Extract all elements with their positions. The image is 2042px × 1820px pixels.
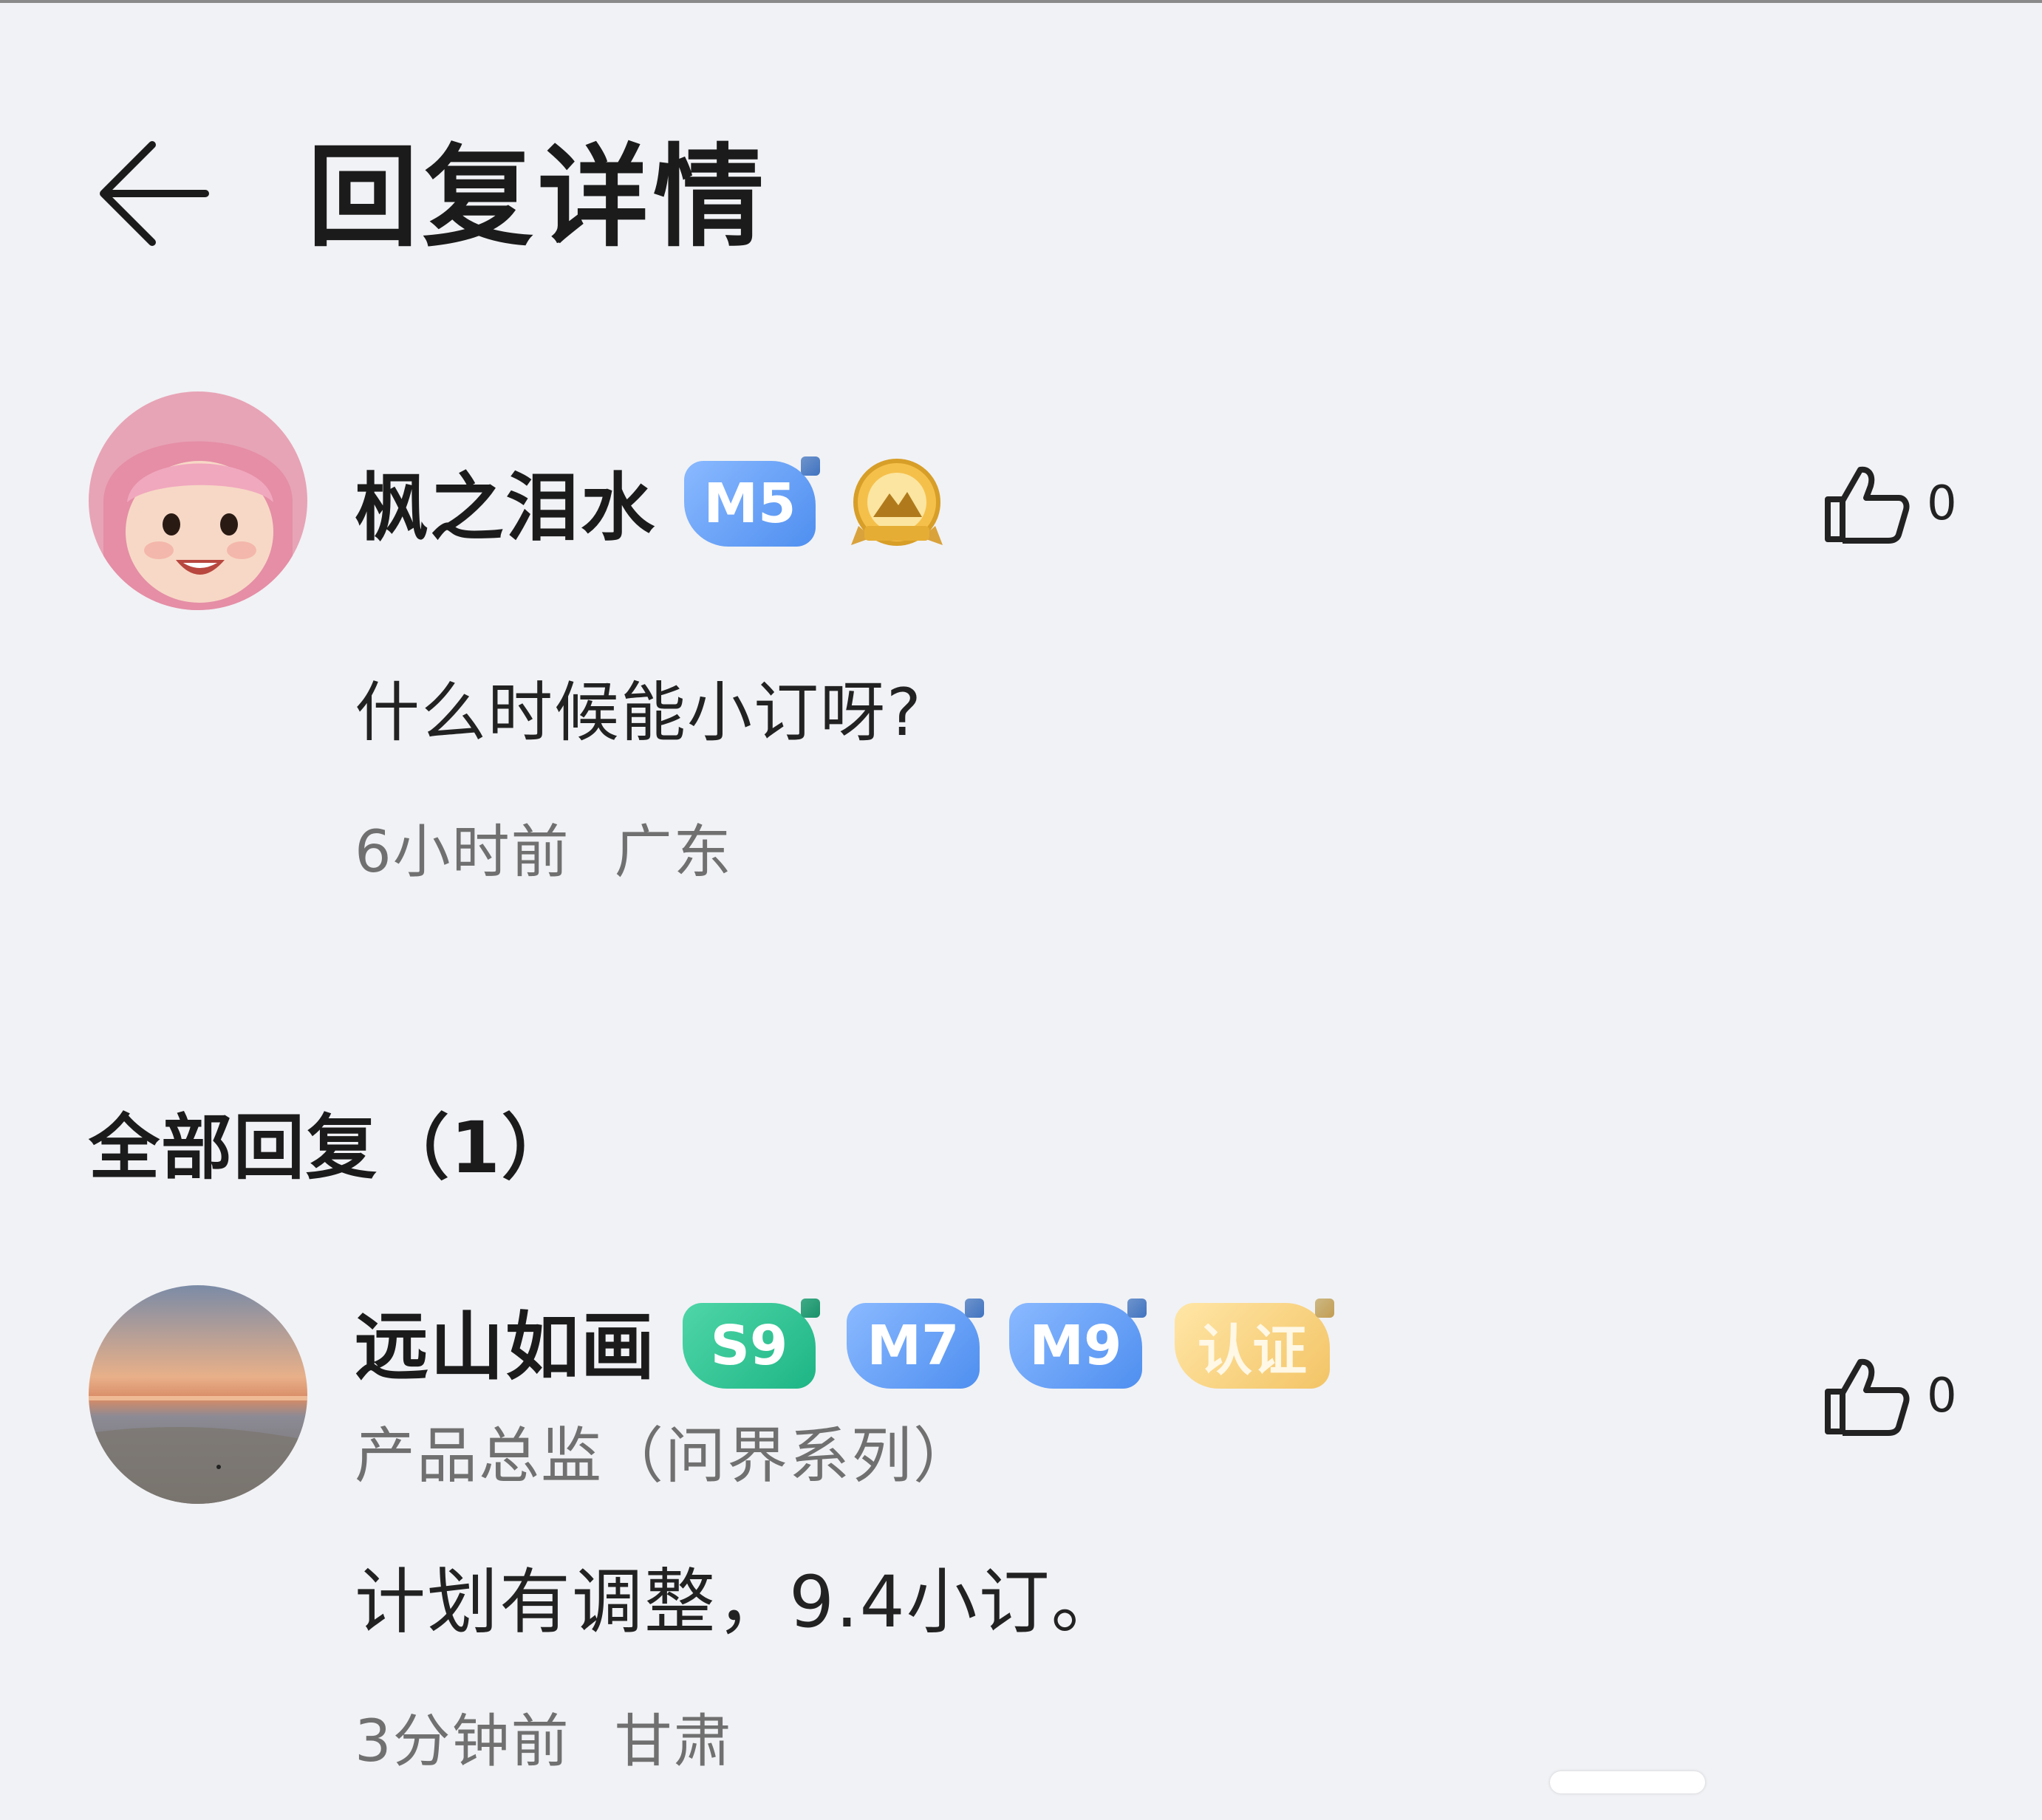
mountain-medal-icon <box>851 459 943 546</box>
level-badge: M5 <box>684 461 816 547</box>
arrow-left-icon <box>100 141 209 246</box>
post-meta: 6小时前 广东 <box>355 817 733 888</box>
scroll-indicator[interactable] <box>1550 1771 1705 1793</box>
user-title: 产品总监（问界系列） <box>355 1421 976 1491</box>
page-title: 回复详情 <box>307 134 769 262</box>
avatar[interactable] <box>89 391 307 610</box>
avatar[interactable] <box>89 1285 307 1504</box>
thumbs-up-icon <box>1825 466 1910 544</box>
thumbs-up-icon <box>1825 1358 1910 1436</box>
post-content: 什么时候能小订呀? <box>355 674 923 750</box>
model-badge: M9 <box>1009 1303 1142 1389</box>
verified-badge: 认证 <box>1175 1303 1330 1389</box>
badge-label: M7 <box>867 1314 960 1378</box>
like-count: 0 <box>1927 476 1957 531</box>
post-location: 广东 <box>614 819 733 886</box>
like-button[interactable]: 0 <box>1822 464 1957 544</box>
reply-meta: 3分钟前 甘肃 <box>355 1706 733 1777</box>
username[interactable]: 远山如画 <box>355 1303 656 1392</box>
level-badge: S9 <box>683 1303 816 1389</box>
post-time: 6小时前 <box>355 819 570 886</box>
badge-label: 认证 <box>1198 1318 1307 1383</box>
top-divider <box>0 0 2042 3</box>
badge-label: M9 <box>1029 1314 1122 1378</box>
reply-location: 甘肃 <box>614 1708 733 1775</box>
back-button[interactable] <box>95 139 213 250</box>
model-badge: M7 <box>847 1303 980 1389</box>
badge-label: S9 <box>710 1314 788 1378</box>
username[interactable]: 枫之泪水 <box>355 464 656 552</box>
reply-content: 计划有调整，9.4小订。 <box>355 1561 1124 1643</box>
like-count: 0 <box>1927 1369 1957 1423</box>
badge-label: M5 <box>703 472 796 536</box>
reply-time: 3分钟前 <box>355 1708 570 1775</box>
like-button[interactable]: 0 <box>1822 1356 1957 1436</box>
replies-header: 全部回复（1） <box>89 1106 574 1189</box>
